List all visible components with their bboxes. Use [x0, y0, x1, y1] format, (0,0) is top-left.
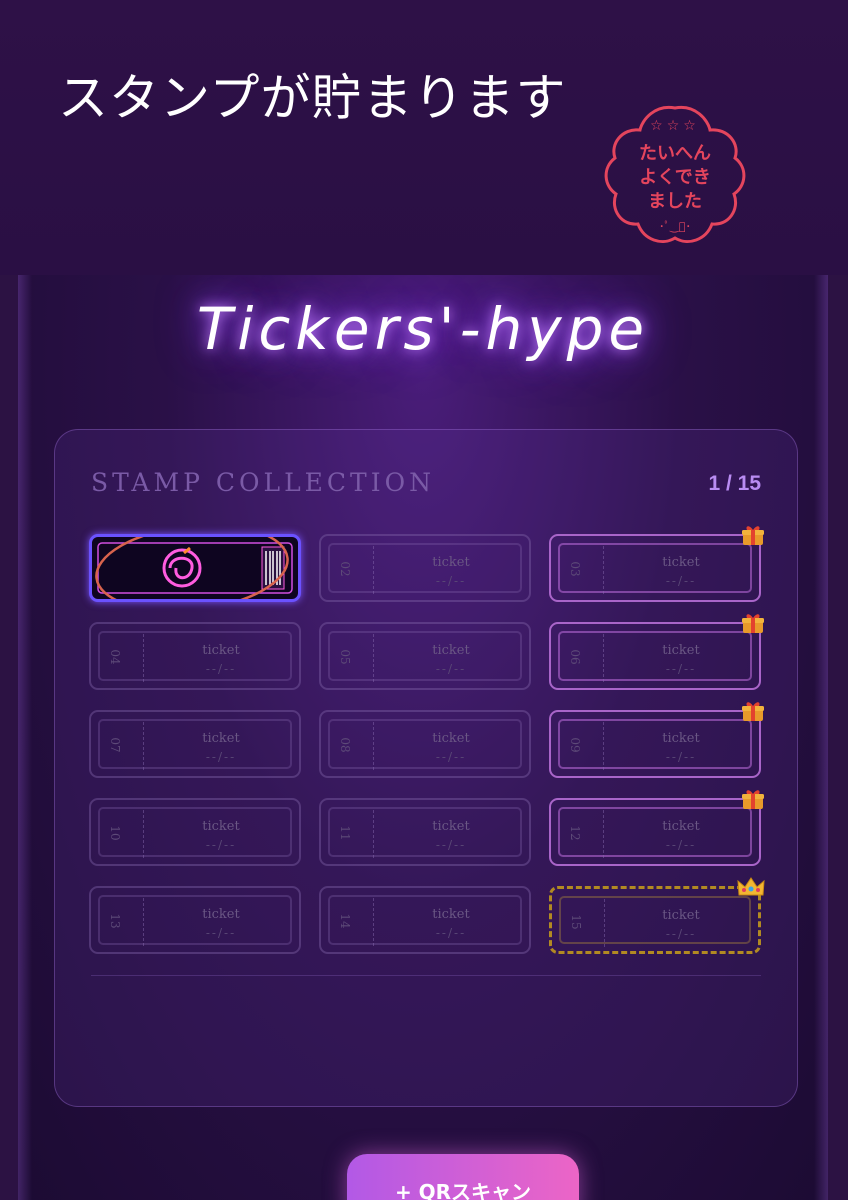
ticket-label: ticket: [202, 819, 240, 834]
ticket-date: --/--: [435, 926, 467, 940]
ticket-number: 12: [568, 825, 582, 841]
ticket-label: ticket: [202, 731, 240, 746]
ticket-label: ticket: [432, 819, 470, 834]
stamp-collection-card: STAMP COLLECTION 1 / 15 02 ticket --/-- 03 t…: [54, 429, 798, 1200]
ticket-label: ticket: [662, 643, 700, 658]
ticket-perforation: [143, 898, 144, 946]
qr-scan-label: + QRスキャン: [394, 1179, 532, 1200]
ticket-perforation: [373, 898, 374, 946]
ticket-label: ticket: [432, 907, 470, 922]
ticket-slot[interactable]: 15 ticket --/--: [549, 877, 765, 954]
ticket-perforation: [143, 722, 144, 770]
side-glow-right: [814, 275, 828, 1200]
gift-icon: [741, 612, 765, 634]
ticket-date: --/--: [205, 750, 237, 764]
sticker-line: ました: [648, 191, 702, 212]
ticket-slot[interactable]: 05 ticket --/--: [319, 622, 531, 690]
qr-scan-button[interactable]: + QRスキャン: [347, 1154, 579, 1200]
ticket-slot[interactable]: 14 ticket --/--: [319, 886, 531, 954]
ticket-date: --/--: [205, 838, 237, 852]
ticket-slot[interactable]: 07 ticket --/--: [89, 710, 301, 778]
ticket-perforation: [143, 634, 144, 682]
ticket-label: ticket: [432, 555, 470, 570]
sticker-stars: ☆☆☆: [650, 118, 700, 134]
sticker-message: たいへん よくでき ました: [600, 142, 750, 214]
ticket-date: --/--: [665, 750, 697, 764]
ticket-label: ticket: [662, 819, 700, 834]
ticket-number: 14: [338, 913, 352, 929]
ticket-date: --/--: [665, 662, 697, 676]
ticket-slot[interactable]: 02 ticket --/--: [319, 534, 531, 602]
ticket-slot[interactable]: 10 ticket --/--: [89, 798, 301, 866]
crown-icon: [736, 875, 766, 903]
sticker-line: よくでき: [639, 167, 711, 188]
ticket-number: 13: [108, 913, 122, 929]
ticket-perforation: [603, 722, 604, 770]
ticket-slot[interactable]: 09 ticket --/--: [549, 702, 764, 778]
card-title: STAMP COLLECTION: [91, 468, 435, 497]
ticket-date: --/--: [435, 574, 467, 588]
praise-stamp-sticker: ☆☆☆ たいへん よくでき ました ･ﾟ‿ﾟ･: [600, 100, 750, 250]
side-glow-left: [18, 275, 32, 1200]
ticket-number: 02: [338, 561, 352, 577]
sticker-face: ･ﾟ‿ﾟ･: [659, 220, 691, 233]
ticket-date: --/--: [435, 750, 467, 764]
gift-icon: [741, 700, 765, 722]
ticket-slot[interactable]: 08 ticket --/--: [319, 710, 531, 778]
ticket-perforation: [603, 810, 604, 858]
ticket-date: --/--: [205, 662, 237, 676]
ticket-date: --/--: [665, 927, 697, 941]
banner-caption: スタンプが貯まります: [58, 69, 567, 127]
gift-icon: [741, 524, 765, 546]
sticker-line: たいへん: [639, 143, 711, 164]
ticket-number: 08: [338, 737, 352, 753]
ticket-date: --/--: [435, 838, 467, 852]
ticket-slot[interactable]: 03 ticket --/--: [549, 526, 764, 602]
ticket-label: ticket: [202, 643, 240, 658]
app-logo: Tickers'-hype: [196, 295, 650, 363]
ticket-number: 09: [568, 737, 582, 753]
stamped-ticket-art-icon: [95, 537, 293, 599]
ticket-number: 10: [108, 825, 122, 841]
ticket-slot[interactable]: 13 ticket --/--: [89, 886, 301, 954]
ticket-slot[interactable]: 11 ticket --/--: [319, 798, 531, 866]
ticket-number: 05: [338, 649, 352, 665]
ticket-perforation: [373, 546, 374, 594]
ticket-perforation: [603, 546, 604, 594]
ticket-label: ticket: [432, 643, 470, 658]
ticket-date: --/--: [435, 662, 467, 676]
ticket-label: ticket: [662, 731, 700, 746]
ticket-slot[interactable]: 12 ticket --/--: [549, 790, 764, 866]
ticket-date: --/--: [665, 838, 697, 852]
ticket-label: ticket: [202, 907, 240, 922]
ticket-perforation: [603, 634, 604, 682]
ticket-number: 03: [568, 561, 582, 577]
ticket-number: 11: [338, 825, 352, 841]
ticket-number: 04: [108, 649, 122, 665]
ticket-slot-stamped[interactable]: [89, 534, 301, 602]
ticket-perforation: [143, 810, 144, 858]
ticket-perforation: [373, 810, 374, 858]
ticket-date: --/--: [205, 926, 237, 940]
ticket-perforation: [604, 899, 605, 947]
ticket-number: 07: [108, 737, 122, 753]
ticket-perforation: [373, 722, 374, 770]
gift-icon: [741, 788, 765, 810]
ticket-slot[interactable]: 06 ticket --/--: [549, 614, 764, 690]
app-screen: Tickers'-hype STAMP COLLECTION 1 / 15 02…: [18, 275, 828, 1200]
ticket-label: ticket: [432, 731, 470, 746]
ticket-perforation: [373, 634, 374, 682]
ticket-label: ticket: [662, 908, 700, 923]
ticket-slot[interactable]: 04 ticket --/--: [89, 622, 301, 690]
divider: [91, 975, 761, 976]
stamp-count: 1 / 15: [708, 472, 761, 495]
ticket-number: 06: [568, 649, 582, 665]
ticket-number: 15: [569, 914, 583, 930]
ticket-date: --/--: [665, 574, 697, 588]
ticket-label: ticket: [662, 555, 700, 570]
